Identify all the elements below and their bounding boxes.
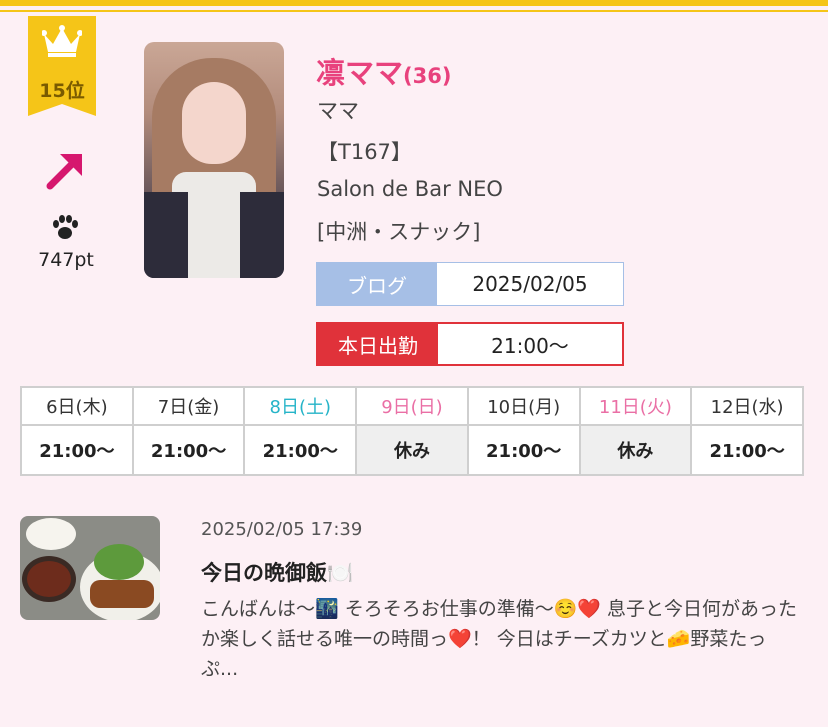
today-work-label: 本日出勤 [318, 324, 438, 364]
schedule-day-holiday: 11日(火) [578, 386, 693, 426]
rank-label: 15位 [39, 80, 85, 102]
today-work-time: 21:00〜 [491, 333, 569, 358]
points-value: 747pt [38, 249, 94, 271]
trend-up-arrow-icon [46, 154, 82, 190]
schedule-time: 21:00〜 [466, 424, 581, 476]
schedule-days-row: 6日(木) 7日(金) 8日(土) 9日(日) 10日(月) 11日(火) 12… [20, 386, 804, 426]
schedule-time: 21:00〜 [20, 424, 134, 476]
photo-jacket-left [144, 192, 188, 278]
thumb-salad [94, 544, 144, 580]
rank-ribbon: 15位 [28, 16, 96, 116]
cast-photo[interactable] [144, 42, 284, 278]
schedule-time: 21:00〜 [131, 424, 246, 476]
top-accent-bar [0, 0, 828, 6]
today-work-badge: 本日出勤 21:00〜 [316, 322, 624, 366]
cast-name: 凛ママ [316, 56, 404, 90]
blog-badge[interactable]: ブログ 2025/02/05 [316, 262, 624, 306]
schedule-day: 12日(水) [690, 386, 804, 426]
shop-area: [中洲・スナック] [317, 220, 481, 244]
cast-height: 【T167】 [317, 140, 412, 164]
crown-icon [42, 25, 82, 57]
shop-name[interactable]: Salon de Bar NEO [317, 177, 503, 201]
photo-face [182, 82, 246, 164]
post-excerpt[interactable]: こんばんは〜🌃 そろそろお仕事の準備〜☺️❤️ 息子と今日何があったか楽しく話せ… [201, 594, 801, 684]
blog-badge-label: ブログ [317, 263, 437, 305]
post-thumbnail[interactable] [20, 516, 160, 620]
post-title[interactable]: 今日の晩御飯🍽️ [201, 557, 353, 587]
cast-name-line[interactable]: 凛ママ(36) [316, 50, 451, 92]
schedule-time: 21:00〜 [690, 424, 804, 476]
post-date: 2025/02/05 17:39 [201, 519, 363, 540]
cast-age: (36) [403, 64, 452, 88]
schedule-day: 10日(月) [466, 386, 581, 426]
schedule-day-saturday: 8日(土) [243, 386, 358, 426]
schedule-times-row: 21:00〜 21:00〜 21:00〜 休み 21:00〜 休み 21:00〜 [20, 424, 804, 476]
paw-print-icon [53, 215, 78, 239]
top-accent-line [0, 10, 828, 12]
thumb-soup [22, 556, 76, 602]
schedule-time-off: 休み [355, 424, 469, 476]
schedule-day: 7日(金) [131, 386, 246, 426]
weekly-schedule: 6日(木) 7日(金) 8日(土) 9日(日) 10日(月) 11日(火) 12… [20, 386, 804, 476]
schedule-time-off: 休み [578, 424, 693, 476]
cast-position: ママ [317, 99, 359, 123]
schedule-time: 21:00〜 [243, 424, 358, 476]
schedule-day: 6日(木) [20, 386, 134, 426]
thumb-cutlet [90, 580, 154, 608]
photo-jacket-right [240, 192, 284, 278]
thumb-rice [26, 518, 76, 550]
blog-badge-date: 2025/02/05 [472, 272, 588, 296]
schedule-day-sunday: 9日(日) [355, 386, 469, 426]
